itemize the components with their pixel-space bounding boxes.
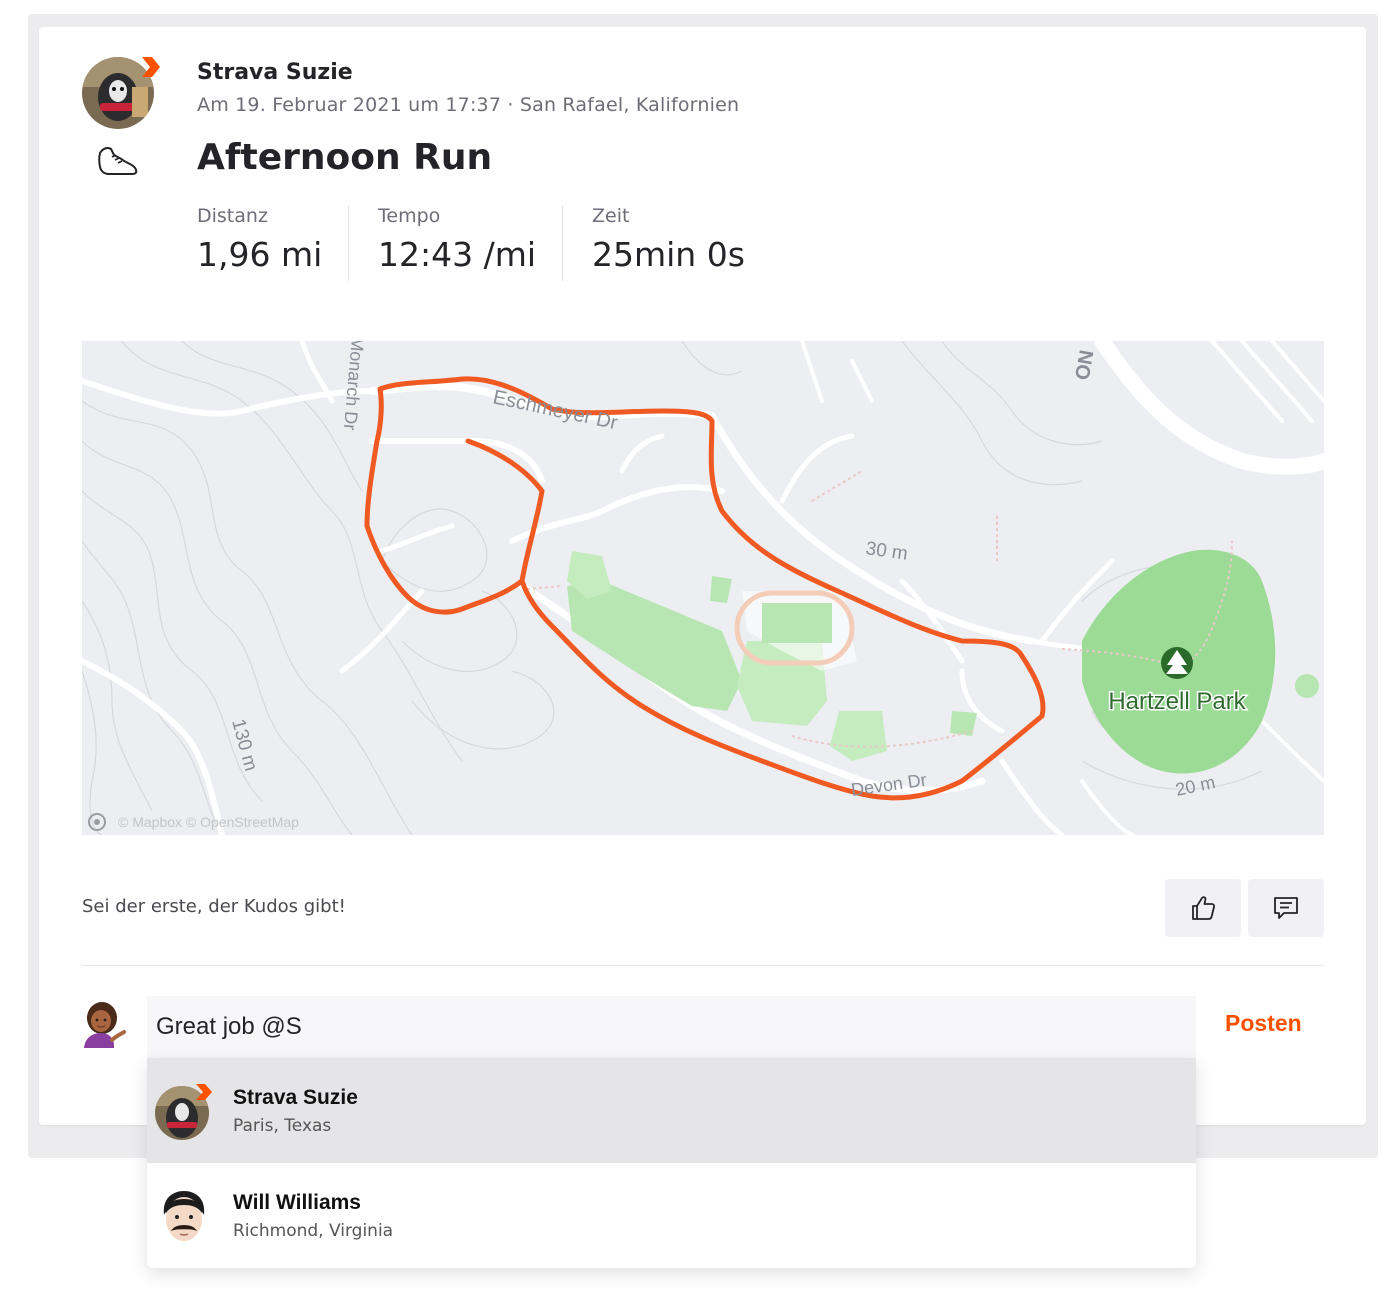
section-divider <box>82 965 1324 966</box>
stat-label: Tempo <box>378 205 441 227</box>
stat-label: Zeit <box>592 205 630 227</box>
mention-avatar <box>154 1187 214 1245</box>
mention-name: Strava Suzie <box>233 1086 358 1109</box>
stat-value: 1,96 mi <box>197 235 323 274</box>
mention-name: Will Williams <box>233 1191 361 1214</box>
running-shoe-icon <box>98 147 138 175</box>
park-marker-icon <box>1161 647 1193 679</box>
kudos-prompt: Sei der erste, der Kudos gibt! <box>82 896 346 917</box>
stat-label: Distanz <box>197 205 268 227</box>
mention-location: Richmond, Virginia <box>233 1221 394 1241</box>
kudos-button[interactable] <box>1165 879 1241 937</box>
park-label: Hartzell Park <box>1108 688 1246 715</box>
map-attribution[interactable]: © Mapbox © OpenStreetMap <box>118 814 299 830</box>
stat-divider <box>348 205 349 281</box>
activity-title[interactable]: Afternoon Run <box>197 137 492 178</box>
mention-location: Paris, Texas <box>233 1116 332 1136</box>
mention-option[interactable]: Strava Suzie Paris, Texas <box>147 1058 1196 1163</box>
comment-input[interactable]: Great job @S <box>147 996 1196 1058</box>
mention-avatar <box>154 1082 214 1140</box>
post-comment-button[interactable]: Posten <box>1225 1010 1302 1037</box>
stat-pace: Tempo 12:43 /mi <box>378 205 536 281</box>
route-map[interactable]: Eschmeyer Dr Devon Dr Monarch Dr 30 m 13… <box>82 341 1324 835</box>
comment-button[interactable] <box>1248 879 1324 937</box>
stat-value: 12:43 /mi <box>378 235 537 274</box>
athlete-avatar[interactable] <box>82 55 162 129</box>
thumbs-up-icon <box>1192 896 1216 920</box>
comment-icon <box>1274 897 1298 919</box>
strava-subscriber-badge-icon <box>142 57 160 77</box>
athlete-name[interactable]: Strava Suzie <box>197 60 353 85</box>
mention-suggestions: Strava Suzie Paris, Texas Will Williams … <box>147 1058 1196 1268</box>
activity-meta: Am 19. Februar 2021 um 17:37 · San Rafae… <box>197 94 740 116</box>
stat-divider <box>562 205 563 281</box>
stat-distance: Distanz 1,96 mi <box>197 205 322 281</box>
stat-value: 25min 0s <box>592 235 745 274</box>
mention-option[interactable]: Will Williams Richmond, Virginia <box>147 1163 1196 1268</box>
stat-time: Zeit 25min 0s <box>592 205 745 281</box>
current-user-avatar <box>84 1002 126 1048</box>
